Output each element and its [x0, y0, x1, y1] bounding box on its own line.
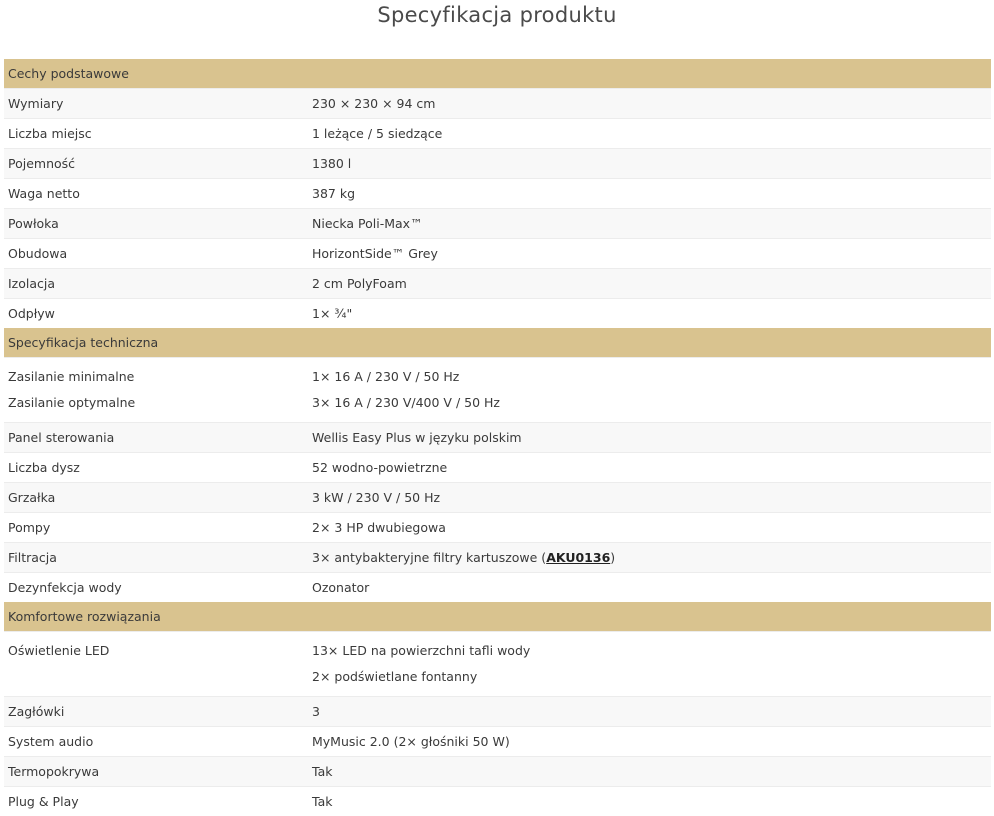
section-header: Specyfikacja techniczna	[4, 328, 991, 358]
page-title: Specyfikacja produktu	[0, 3, 994, 27]
spec-label: System audio	[4, 727, 308, 757]
spec-row: Panel sterowania Wellis Easy Plus w języ…	[4, 423, 991, 453]
spec-value: Tak	[308, 757, 991, 787]
spec-label-line: Zasilanie optymalne	[8, 390, 304, 416]
spec-value: 1× 16 A / 230 V / 50 Hz 3× 16 A / 230 V/…	[308, 358, 991, 423]
spec-value-line: 1× 16 A / 230 V / 50 Hz	[312, 364, 987, 390]
spec-row: Pojemność 1380 l	[4, 149, 991, 179]
spec-label: Grzałka	[4, 483, 308, 513]
spec-row: Liczba dysz 52 wodno-powietrzne	[4, 453, 991, 483]
section-title: Cechy podstawowe	[4, 59, 991, 89]
spec-value: 387 kg	[308, 179, 991, 209]
spec-row: Dezynfekcja wody Ozonator	[4, 573, 991, 603]
spec-value: MyMusic 2.0 (2× głośniki 50 W)	[308, 727, 991, 757]
spec-row: Plug & Play Tak	[4, 787, 991, 816]
spec-row: Oświetlenie LED 13× LED na powierzchni t…	[4, 632, 991, 697]
spec-value: Wellis Easy Plus w języku polskim	[308, 423, 991, 453]
spec-label: Powłoka	[4, 209, 308, 239]
spec-label: Zagłówki	[4, 697, 308, 727]
spec-label: Pojemność	[4, 149, 308, 179]
spec-value: 3	[308, 697, 991, 727]
spec-row: Wymiary 230 × 230 × 94 cm	[4, 89, 991, 119]
spec-value: 1380 l	[308, 149, 991, 179]
spec-value: 1 leżące / 5 siedzące	[308, 119, 991, 149]
spec-label: Pompy	[4, 513, 308, 543]
spec-value-line: 3× 16 A / 230 V/400 V / 50 Hz	[312, 390, 987, 416]
spec-row: Izolacja 2 cm PolyFoam	[4, 269, 991, 299]
spec-table: Cechy podstawowe Wymiary 230 × 230 × 94 …	[4, 59, 991, 816]
spec-row: Filtracja 3× antybakteryjne filtry kartu…	[4, 543, 991, 573]
spec-row: Pompy 2× 3 HP dwubiegowa	[4, 513, 991, 543]
spec-label: Dezynfekcja wody	[4, 573, 308, 603]
spec-row: Odpływ 1× ¾"	[4, 299, 991, 329]
spec-value: Niecka Poli-Max™	[308, 209, 991, 239]
spec-value: 1× ¾"	[308, 299, 991, 329]
spec-label: Plug & Play	[4, 787, 308, 816]
spec-value: Ozonator	[308, 573, 991, 603]
spec-label: Oświetlenie LED	[4, 632, 308, 697]
spec-label: Filtracja	[4, 543, 308, 573]
spec-value: 3× antybakteryjne filtry kartuszowe (AKU…	[308, 543, 991, 573]
spec-row: Zasilanie minimalne Zasilanie optymalne …	[4, 358, 991, 423]
spec-label: Obudowa	[4, 239, 308, 269]
spec-label: Panel sterowania	[4, 423, 308, 453]
spec-label: Odpływ	[4, 299, 308, 329]
spec-row: Grzałka 3 kW / 230 V / 50 Hz	[4, 483, 991, 513]
section-header: Cechy podstawowe	[4, 59, 991, 89]
spec-label-line: Oświetlenie LED	[8, 638, 304, 664]
spec-value: 13× LED na powierzchni tafli wody 2× pod…	[308, 632, 991, 697]
spec-value: HorizontSide™ Grey	[308, 239, 991, 269]
spec-label: Termopokrywa	[4, 757, 308, 787]
spec-value: Tak	[308, 787, 991, 816]
spec-row: Obudowa HorizontSide™ Grey	[4, 239, 991, 269]
spec-label-line: Zasilanie minimalne	[8, 364, 304, 390]
product-code-link[interactable]: AKU0136	[546, 550, 610, 565]
section-header: Komfortowe rozwiązania	[4, 602, 991, 632]
filtration-text-end: )	[610, 550, 615, 565]
spec-value: 2× 3 HP dwubiegowa	[308, 513, 991, 543]
section-title: Komfortowe rozwiązania	[4, 602, 991, 632]
spec-label: Liczba dysz	[4, 453, 308, 483]
spec-label: Waga netto	[4, 179, 308, 209]
spec-value: 52 wodno-powietrzne	[308, 453, 991, 483]
spec-value: 3 kW / 230 V / 50 Hz	[308, 483, 991, 513]
spec-value: 2 cm PolyFoam	[308, 269, 991, 299]
spec-value: 230 × 230 × 94 cm	[308, 89, 991, 119]
spec-label: Izolacja	[4, 269, 308, 299]
spec-row: Liczba miejsc 1 leżące / 5 siedzące	[4, 119, 991, 149]
spec-value-line: 2× podświetlane fontanny	[312, 664, 987, 690]
filtration-text: 3× antybakteryjne filtry kartuszowe (	[312, 550, 546, 565]
spec-value-line: 13× LED na powierzchni tafli wody	[312, 638, 987, 664]
spec-row: Termopokrywa Tak	[4, 757, 991, 787]
spec-label: Zasilanie minimalne Zasilanie optymalne	[4, 358, 308, 423]
spec-label: Wymiary	[4, 89, 308, 119]
spec-label: Liczba miejsc	[4, 119, 308, 149]
spec-row: Powłoka Niecka Poli-Max™	[4, 209, 991, 239]
spec-row: Waga netto 387 kg	[4, 179, 991, 209]
section-title: Specyfikacja techniczna	[4, 328, 991, 358]
spec-row: Zagłówki 3	[4, 697, 991, 727]
spec-row: System audio MyMusic 2.0 (2× głośniki 50…	[4, 727, 991, 757]
